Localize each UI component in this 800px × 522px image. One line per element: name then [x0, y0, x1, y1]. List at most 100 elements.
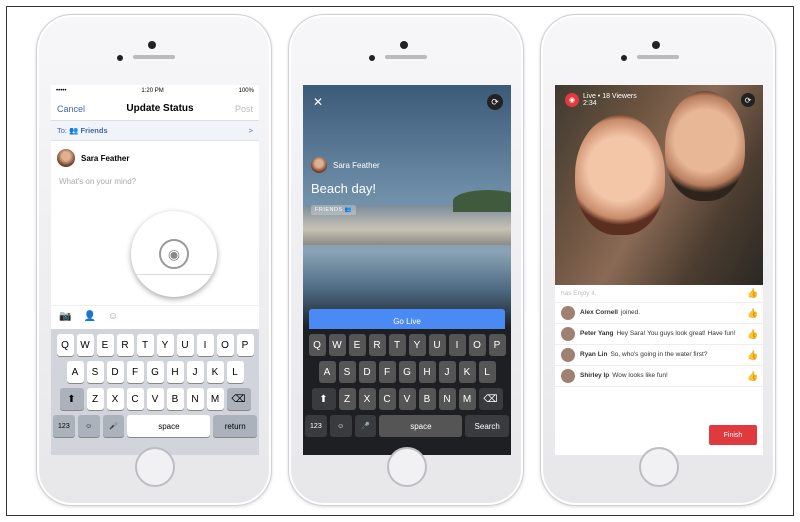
microphone-icon[interactable]: 🎤 — [102, 415, 125, 437]
key-n[interactable]: N — [186, 388, 204, 410]
avatar — [561, 327, 575, 341]
comment-body: Hey Sara! You guys look great! Have fun! — [616, 330, 736, 338]
speaker-grille — [385, 55, 427, 59]
live-title[interactable]: Beach day! — [311, 181, 376, 196]
like-icon[interactable]: 👍 — [747, 329, 758, 340]
key-z[interactable]: Z — [86, 388, 104, 410]
key-g[interactable]: G — [146, 361, 164, 383]
key-h[interactable]: H — [166, 361, 184, 383]
chevron-right-icon: > — [248, 126, 253, 135]
key-123[interactable]: 123 — [53, 415, 75, 437]
switch-camera-icon[interactable]: ⟳ — [487, 94, 503, 110]
key-space[interactable]: space — [127, 415, 211, 437]
key-s[interactable]: S — [86, 361, 104, 383]
key-b[interactable]: B — [166, 388, 184, 410]
backspace-icon[interactable]: ⌫ — [478, 388, 503, 410]
emoji-icon[interactable]: ☺ — [77, 415, 100, 437]
key-d[interactable]: D — [358, 361, 376, 383]
key-search[interactable]: Search — [465, 415, 509, 437]
tag-friends-icon[interactable]: 👤 — [83, 311, 95, 322]
key-w[interactable]: W — [76, 334, 94, 356]
switch-camera-icon[interactable]: ⟳ — [741, 93, 755, 107]
key-x[interactable]: X — [358, 388, 376, 410]
key-r[interactable]: R — [116, 334, 134, 356]
like-icon[interactable]: 👍 — [747, 308, 758, 319]
key-y[interactable]: Y — [408, 334, 426, 356]
comment-body: Wow looks like fun! — [612, 372, 668, 380]
key-m[interactable]: M — [458, 388, 476, 410]
key-b[interactable]: B — [418, 388, 436, 410]
live-video-icon[interactable]: ◉ — [159, 239, 189, 269]
key-w[interactable]: W — [328, 334, 346, 356]
key-c[interactable]: C — [378, 388, 396, 410]
key-123[interactable]: 123 — [305, 415, 327, 437]
key-h[interactable]: H — [418, 361, 436, 383]
key-l[interactable]: L — [226, 361, 244, 383]
key-c[interactable]: C — [126, 388, 144, 410]
key-a[interactable]: A — [66, 361, 84, 383]
backspace-icon[interactable]: ⌫ — [226, 388, 251, 410]
key-z[interactable]: Z — [338, 388, 356, 410]
key-p[interactable]: P — [488, 334, 506, 356]
audience-badge[interactable]: FRIENDS 👥 — [311, 205, 357, 215]
key-g[interactable]: G — [398, 361, 416, 383]
like-icon[interactable]: 👍 — [747, 371, 758, 382]
comment-text: Alex Cornell joined. — [580, 309, 747, 317]
key-s[interactable]: S — [338, 361, 356, 383]
key-d[interactable]: D — [106, 361, 124, 383]
cancel-button[interactable]: Cancel — [57, 104, 85, 114]
live-icon: ◉ — [565, 93, 579, 107]
key-v[interactable]: V — [146, 388, 164, 410]
key-l[interactable]: L — [478, 361, 496, 383]
key-return[interactable]: return — [213, 415, 257, 437]
key-i[interactable]: I — [196, 334, 214, 356]
home-button[interactable] — [135, 447, 175, 487]
like-icon[interactable]: 👍 — [747, 350, 758, 361]
emoji-icon[interactable]: ☺ — [329, 415, 352, 437]
close-icon[interactable]: ✕ — [313, 95, 323, 109]
key-o[interactable]: O — [216, 334, 234, 356]
key-o[interactable]: O — [468, 334, 486, 356]
key-r[interactable]: R — [368, 334, 386, 356]
key-j[interactable]: J — [438, 361, 456, 383]
home-button[interactable] — [639, 447, 679, 487]
magnifier-callout: ◉ — [131, 211, 217, 297]
key-f[interactable]: F — [378, 361, 396, 383]
key-j[interactable]: J — [186, 361, 204, 383]
audience-row[interactable]: To: 👥 Friends > — [51, 121, 259, 141]
key-space[interactable]: space — [379, 415, 463, 437]
key-v[interactable]: V — [398, 388, 416, 410]
key-f[interactable]: F — [126, 361, 144, 383]
key-a[interactable]: A — [318, 361, 336, 383]
live-video-feed: ◉ Live • 18 Viewers 2:34 ⟳ — [555, 85, 763, 285]
callout-divider — [131, 274, 217, 275]
key-t[interactable]: T — [136, 334, 154, 356]
key-u[interactable]: U — [176, 334, 194, 356]
comment-body: joined. — [620, 309, 641, 317]
like-icon[interactable]: 👍 — [747, 288, 758, 299]
key-p[interactable]: P — [236, 334, 254, 356]
key-e[interactable]: E — [96, 334, 114, 356]
key-m[interactable]: M — [206, 388, 224, 410]
key-y[interactable]: Y — [156, 334, 174, 356]
key-i[interactable]: I — [448, 334, 466, 356]
home-button[interactable] — [387, 447, 427, 487]
key-k[interactable]: K — [458, 361, 476, 383]
key-q[interactable]: Q — [308, 334, 326, 356]
key-u[interactable]: U — [428, 334, 446, 356]
key-q[interactable]: Q — [56, 334, 74, 356]
key-e[interactable]: E — [348, 334, 366, 356]
avatar — [311, 157, 327, 173]
finish-button[interactable]: Finish — [709, 425, 757, 445]
feeling-icon[interactable]: ☺ — [108, 311, 118, 322]
status-input[interactable]: What's on your mind? — [51, 171, 259, 192]
microphone-icon[interactable]: 🎤 — [354, 415, 377, 437]
post-button[interactable]: Post — [235, 104, 253, 114]
key-k[interactable]: K — [206, 361, 224, 383]
key-n[interactable]: N — [438, 388, 456, 410]
camera-icon[interactable]: 📷 — [59, 311, 71, 322]
shift-icon[interactable]: ⬆ — [59, 388, 84, 410]
shift-icon[interactable]: ⬆ — [311, 388, 336, 410]
key-t[interactable]: T — [388, 334, 406, 356]
key-x[interactable]: X — [106, 388, 124, 410]
